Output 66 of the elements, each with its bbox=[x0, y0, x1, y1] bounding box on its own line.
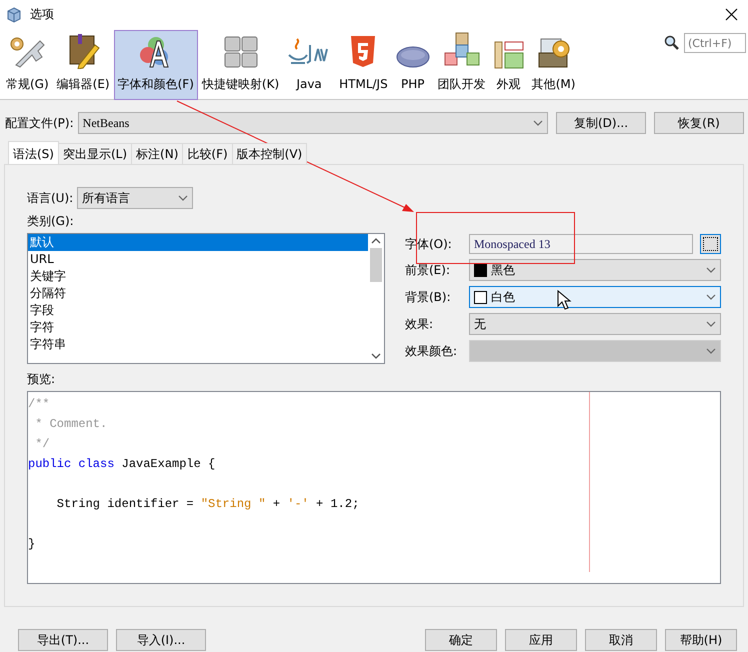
category-label: 类别(G): bbox=[27, 213, 74, 230]
profile-dropdown[interactable]: NetBeans bbox=[78, 112, 548, 134]
profile-button[interactable]: 恢复(R) bbox=[654, 112, 744, 134]
footer-button[interactable]: 帮助(H) bbox=[665, 629, 737, 651]
toolbar-item[interactable]: 团队开发 bbox=[434, 30, 490, 100]
caret-icon bbox=[533, 120, 543, 126]
toolbar-item[interactable]: 快捷键映射(K) bbox=[198, 30, 284, 100]
list-item[interactable]: 默认 bbox=[28, 234, 368, 251]
search-icon bbox=[664, 34, 680, 51]
property-label: 效果颜色: bbox=[405, 343, 458, 360]
layout-icon bbox=[494, 41, 524, 69]
list-item[interactable]: 关键字 bbox=[28, 268, 368, 285]
preview-label: 预览: bbox=[27, 371, 56, 388]
toolbar-item[interactable]: HTML/JS bbox=[335, 30, 392, 100]
list-item[interactable]: 分隔符 bbox=[28, 285, 368, 302]
footer-button[interactable]: 导入(I)... bbox=[116, 629, 206, 651]
property-label: 背景(B): bbox=[405, 289, 452, 306]
code-line: } bbox=[28, 536, 36, 553]
footer-button[interactable]: 确定 bbox=[425, 629, 497, 651]
footer-button[interactable]: 取消 bbox=[585, 629, 657, 651]
search-field[interactable]: (Ctrl+F) bbox=[684, 33, 746, 53]
code-line: /** bbox=[28, 396, 50, 413]
caret-icon bbox=[706, 294, 716, 300]
list-item[interactable]: 字段 bbox=[28, 302, 368, 319]
toolbar-item[interactable]: Java bbox=[283, 30, 336, 100]
list-item[interactable]: 字符串 bbox=[28, 336, 368, 353]
font-field[interactable]: Monospaced 13 bbox=[469, 234, 693, 254]
list-item[interactable]: 字符 bbox=[28, 319, 368, 336]
browse-button[interactable] bbox=[700, 234, 721, 254]
caret-icon bbox=[178, 195, 188, 201]
code-line: public class JavaExample { bbox=[28, 456, 216, 473]
profile-label: 配置文件(P): bbox=[5, 115, 74, 132]
wrench-gear-icon bbox=[8, 35, 46, 69]
toolbar-item[interactable]: 其他(M) bbox=[528, 30, 580, 100]
window-title: 选项 bbox=[30, 6, 54, 23]
list-item[interactable]: URL bbox=[28, 251, 368, 268]
close-icon[interactable] bbox=[725, 8, 738, 22]
caret-icon bbox=[706, 321, 716, 327]
code-line: String identifier = "String " + '-' + 1.2; bbox=[56, 496, 360, 513]
php-logo-icon bbox=[396, 45, 430, 69]
scrollbar-thumb[interactable] bbox=[370, 248, 382, 282]
code-line: * Comment. bbox=[34, 416, 108, 433]
effect-dropdown[interactable]: 无 bbox=[469, 313, 721, 335]
caret-icon bbox=[706, 267, 716, 273]
color-dropdown[interactable]: 白色 bbox=[469, 286, 721, 308]
toolbar-item[interactable]: 外观 bbox=[490, 30, 528, 100]
property-label: 前景(E): bbox=[405, 262, 451, 279]
language-label: 语言(U): bbox=[27, 190, 74, 207]
tab[interactable]: 语法(S) bbox=[8, 141, 59, 164]
color-dropdown[interactable]: 黑色 bbox=[469, 259, 721, 281]
mouse-cursor-icon bbox=[558, 290, 572, 310]
toolbar-item[interactable]: 常规(G) bbox=[2, 30, 53, 100]
html5-logo-icon bbox=[349, 35, 378, 69]
app-icon bbox=[6, 6, 22, 23]
caret-icon bbox=[706, 348, 716, 354]
footer-button[interactable]: 应用 bbox=[505, 629, 577, 651]
toolbar-item[interactable]: 字体和颜色(F) bbox=[114, 30, 198, 100]
tab[interactable]: 版本控制(V) bbox=[232, 143, 308, 164]
footer-button[interactable]: 导出(T)... bbox=[18, 629, 108, 651]
language-dropdown[interactable]: 所有语言 bbox=[77, 187, 194, 209]
toolbar-item[interactable]: 编辑器(E) bbox=[52, 30, 114, 100]
keyboard-keys-icon bbox=[222, 35, 258, 69]
profile-button[interactable]: 复制(D)... bbox=[556, 112, 646, 134]
property-label: 效果: bbox=[405, 316, 434, 333]
code-line: */ bbox=[34, 436, 50, 453]
toolbar-item[interactable]: PHP bbox=[392, 30, 434, 100]
